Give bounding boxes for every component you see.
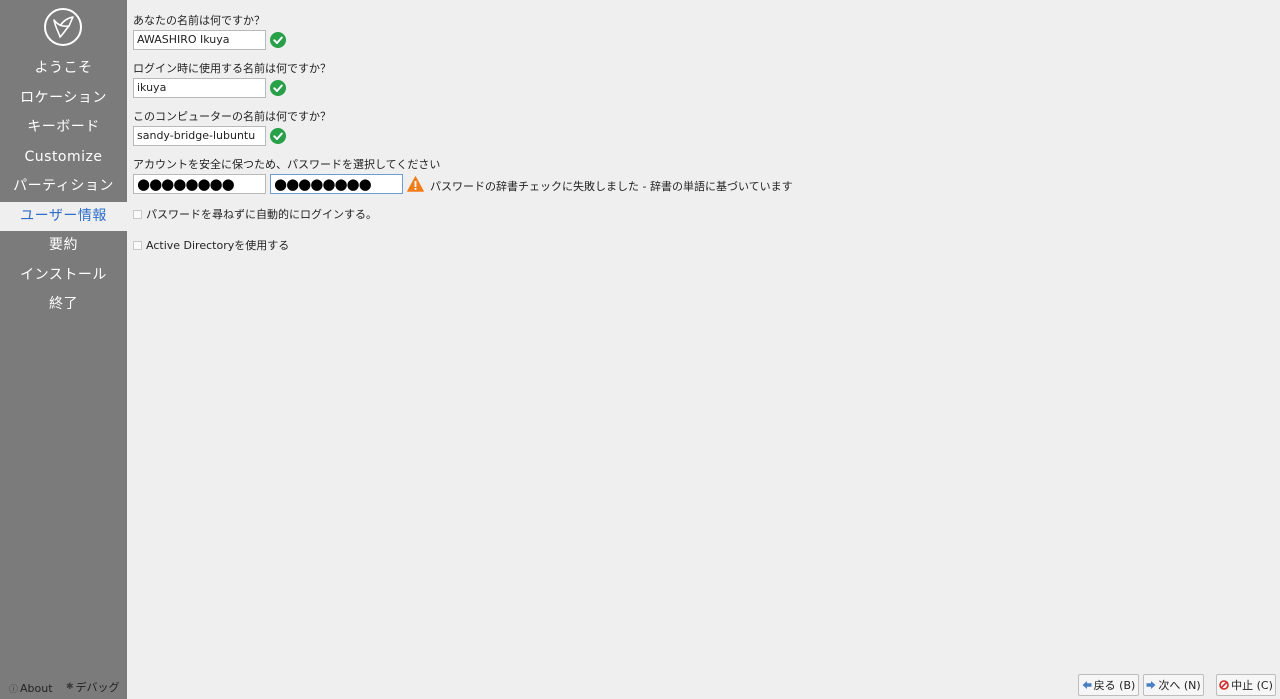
next-label: 次へ (N) [1158, 679, 1201, 692]
step-list: ようこそ ロケーション キーボード Customize パーティション ユーザー… [0, 54, 127, 320]
debug-button[interactable]: ✱ デバッグ [66, 679, 120, 695]
check-icon [270, 32, 286, 48]
debug-label: デバッグ [75, 681, 120, 694]
about-label: About [20, 682, 53, 695]
check-icon [270, 128, 286, 144]
step-customize: Customize [24, 148, 103, 165]
cancel-button[interactable]: 中止 (C) [1216, 674, 1276, 696]
autologin-label: パスワードを尋ねずに自動的にログインする。 [146, 208, 377, 221]
active-directory-label: Active Directoryを使用する [146, 239, 290, 252]
users-page: あなたの名前は何ですか？ AWASHIRO Ikuya ログイン時に使用する名前… [133, 0, 1280, 699]
autologin-checkbox-box[interactable] [133, 209, 142, 219]
password-status-text: パスワードの辞書チェックに失敗しました - 辞書の単語に基づいています [430, 180, 793, 193]
cancel-label: 中止 (C) [1231, 679, 1273, 692]
step-keyboard: キーボード [27, 119, 100, 135]
hostname-input[interactable]: sandy-bridge-lubuntu [133, 126, 266, 146]
stop-icon [1219, 680, 1229, 690]
bug-icon: ✱ [66, 682, 74, 692]
back-button[interactable]: 戻る (B) [1078, 674, 1139, 696]
step-install: インストール [20, 266, 107, 283]
step-users: ユーザー情報 [0, 201, 127, 231]
step-location: ロケーション [20, 89, 107, 106]
password-label: アカウントを安全に保つため、パスワードを選択してください [133, 158, 441, 171]
hostname-label: このコンピューターの名前は何ですか？ [133, 110, 331, 123]
step-partitions: パーティション [13, 178, 114, 194]
fullname-input[interactable]: AWASHIRO Ikuya [133, 30, 266, 50]
password-confirm-input[interactable]: ●●●●●●●● [270, 174, 403, 194]
fullname-label: あなたの名前は何ですか？ [133, 14, 265, 27]
active-directory-checkbox-box[interactable] [133, 240, 142, 250]
password-input[interactable]: ●●●●●●●● [133, 174, 266, 194]
next-button[interactable]: 次へ (N) [1143, 674, 1204, 696]
step-summary: 要約 [49, 237, 78, 253]
about-button[interactable]: ⓘ About [9, 682, 53, 695]
arrow-left-icon [1082, 680, 1092, 690]
info-icon: ⓘ [9, 685, 19, 695]
active-directory-checkbox[interactable]: Active Directoryを使用する [133, 237, 289, 253]
login-input[interactable]: ikuya [133, 78, 266, 98]
lubuntu-bird-logo-icon [44, 8, 82, 46]
sidebar: ようこそ ロケーション キーボード Customize パーティション ユーザー… [0, 0, 127, 699]
check-icon [270, 80, 286, 96]
step-finish: 終了 [49, 296, 78, 312]
login-label: ログイン時に使用する名前は何ですか？ [133, 62, 331, 75]
back-label: 戻る (B) [1093, 679, 1136, 692]
warning-icon [407, 176, 424, 192]
step-welcome: ようこそ [34, 60, 93, 76]
autologin-checkbox[interactable]: パスワードを尋ねずに自動的にログインする。 [133, 206, 377, 222]
arrow-right-icon [1146, 680, 1156, 690]
